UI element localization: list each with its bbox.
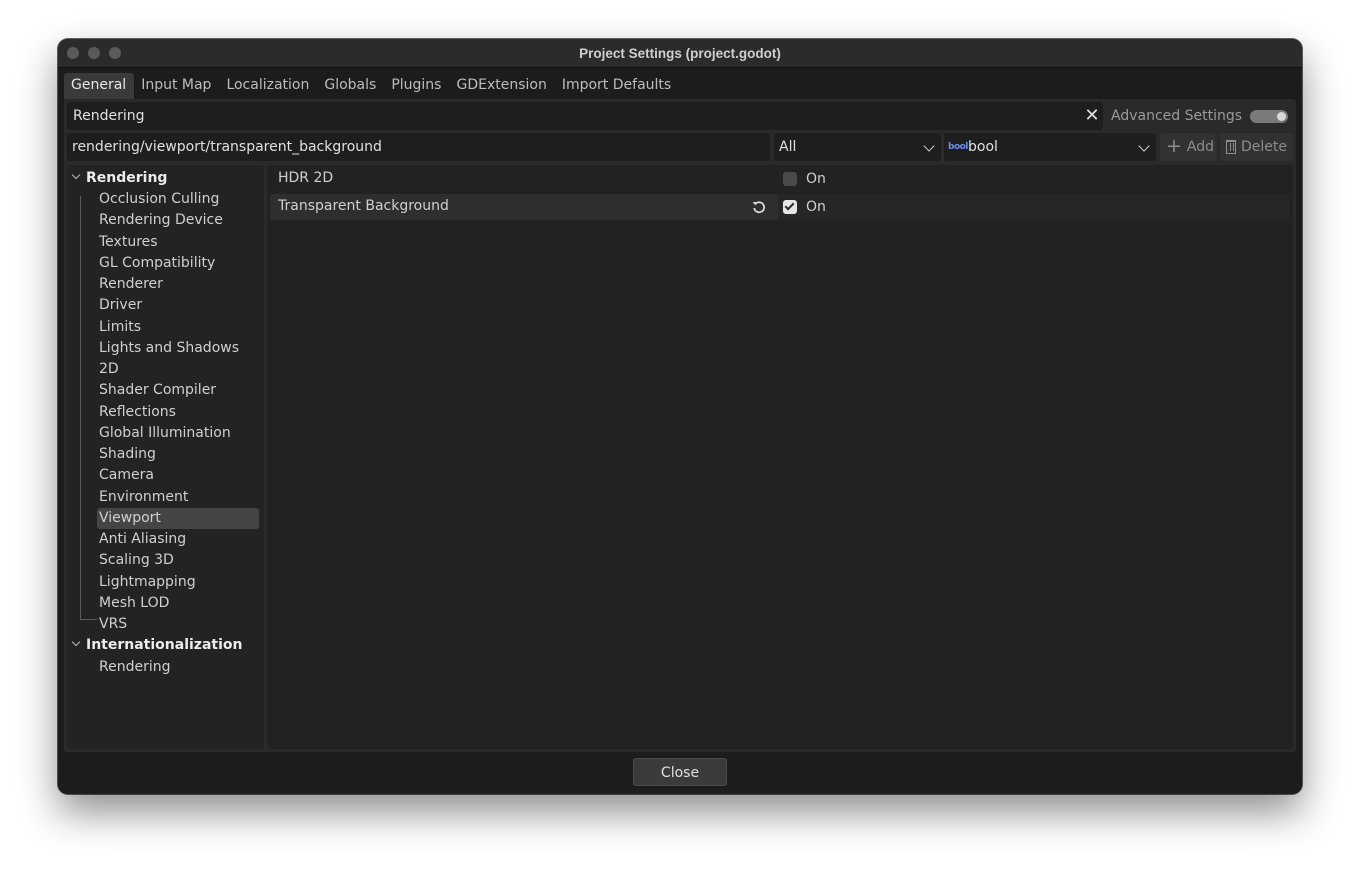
tree-item-global-illumination[interactable]: Global Illumination xyxy=(99,423,231,444)
tab-globals[interactable]: Globals xyxy=(317,73,384,99)
chevron-down-icon xyxy=(923,140,935,152)
tree-item-shader-compiler[interactable]: Shader Compiler xyxy=(99,380,216,401)
tree-section-internationalization[interactable]: Internationalization xyxy=(86,635,242,656)
feature-filter-select[interactable]: All xyxy=(774,133,941,161)
tab-import-defaults[interactable]: Import Defaults xyxy=(555,73,679,99)
tree-item-lights-and-shadows[interactable]: Lights and Shadows xyxy=(99,338,239,359)
tree-item-lightmapping[interactable]: Lightmapping xyxy=(99,572,196,593)
tab-plugins[interactable]: Plugins xyxy=(384,73,449,99)
advanced-settings-toggle[interactable] xyxy=(1250,110,1288,123)
tree-guide-line xyxy=(80,619,97,620)
property-path-row: rendering/viewport/transparent_backgroun… xyxy=(67,133,1293,161)
section-tree: Rendering Occlusion Culling Rendering De… xyxy=(67,165,264,749)
tree-item-anti-aliasing[interactable]: Anti Aliasing xyxy=(99,529,186,550)
minimize-window-icon[interactable] xyxy=(88,47,100,59)
property-row-transparent-background: Transparent Background On xyxy=(270,194,1290,220)
chevron-down-icon xyxy=(1138,140,1150,152)
search-row: Rendering ✕ Advanced Settings xyxy=(67,102,1293,130)
type-select[interactable]: bool bool xyxy=(944,133,1156,161)
tree-item-viewport[interactable]: Viewport xyxy=(97,508,259,529)
add-button-label: Add xyxy=(1186,139,1215,155)
delete-button[interactable]: Delete xyxy=(1220,133,1293,161)
window-title: Project Settings (project.godot) xyxy=(579,45,781,61)
chevron-down-icon[interactable] xyxy=(71,170,81,180)
tab-localization[interactable]: Localization xyxy=(219,73,317,99)
tree-item-driver[interactable]: Driver xyxy=(99,295,142,316)
tree-item-internationalization-rendering[interactable]: Rendering xyxy=(99,657,171,678)
window-controls xyxy=(67,47,121,59)
maximize-window-icon[interactable] xyxy=(109,47,121,59)
tab-input-map[interactable]: Input Map xyxy=(134,73,219,99)
tree-item-reflections[interactable]: Reflections xyxy=(99,402,176,423)
property-row-hdr-2d: HDR 2D On xyxy=(270,166,1290,192)
property-label: HDR 2D xyxy=(278,170,334,186)
tree-item-renderer[interactable]: Renderer xyxy=(99,274,163,295)
tree-item-textures[interactable]: Textures xyxy=(99,232,158,253)
close-window-icon[interactable] xyxy=(67,47,79,59)
title-bar: Project Settings (project.godot) xyxy=(58,39,1302,68)
tree-section-rendering[interactable]: Rendering xyxy=(86,168,167,189)
tree-item-camera[interactable]: Camera xyxy=(99,465,154,486)
tree-item-mesh-lod[interactable]: Mesh LOD xyxy=(99,593,169,614)
tree-item-vrs[interactable]: VRS xyxy=(99,614,127,635)
revert-icon[interactable] xyxy=(751,199,767,215)
transparent-background-checkbox[interactable] xyxy=(783,200,797,214)
property-inspector: HDR 2D On Transparent Background On xyxy=(267,165,1293,749)
clear-search-icon[interactable]: ✕ xyxy=(1083,107,1101,125)
tree-item-limits[interactable]: Limits xyxy=(99,317,141,338)
checkbox-label[interactable]: On xyxy=(806,171,826,187)
hdr-2d-checkbox[interactable] xyxy=(783,172,797,186)
tree-item-gl-compatibility[interactable]: GL Compatibility xyxy=(99,253,215,274)
close-button[interactable]: Close xyxy=(633,758,727,786)
chevron-down-icon[interactable] xyxy=(71,637,81,647)
property-path-input[interactable]: rendering/viewport/transparent_backgroun… xyxy=(67,133,770,161)
dialog-footer: Close xyxy=(58,752,1302,794)
checkbox-label[interactable]: On xyxy=(806,199,826,215)
tree-guide-line xyxy=(80,196,81,619)
trash-icon xyxy=(1226,140,1236,154)
advanced-settings-label: Advanced Settings xyxy=(1111,108,1243,124)
tree-item-2d[interactable]: 2D xyxy=(99,359,119,380)
tree-item-scaling-3d[interactable]: Scaling 3D xyxy=(99,550,174,571)
tab-gdextension[interactable]: GDExtension xyxy=(449,73,554,99)
delete-button-label: Delete xyxy=(1241,139,1287,155)
property-label: Transparent Background xyxy=(270,194,778,220)
type-select-value: bool xyxy=(968,139,998,155)
checkmark-icon xyxy=(784,200,795,211)
tree-item-environment[interactable]: Environment xyxy=(99,487,188,508)
project-settings-window: Project Settings (project.godot) General… xyxy=(58,39,1302,794)
feature-filter-value: All xyxy=(779,139,797,155)
bool-type-icon: bool xyxy=(948,142,968,152)
search-input[interactable]: Rendering xyxy=(67,102,1103,130)
tab-bar: General Input Map Localization Globals P… xyxy=(64,73,679,99)
add-button[interactable]: + Add xyxy=(1160,133,1217,161)
tree-item-rendering-device[interactable]: Rendering Device xyxy=(99,210,223,231)
tab-general[interactable]: General xyxy=(64,73,135,99)
tree-item-shading[interactable]: Shading xyxy=(99,444,156,465)
general-panel: Rendering ✕ Advanced Settings rendering/… xyxy=(64,99,1296,752)
plus-icon: + xyxy=(1166,135,1182,157)
tree-item-occlusion-culling[interactable]: Occlusion Culling xyxy=(99,189,219,210)
